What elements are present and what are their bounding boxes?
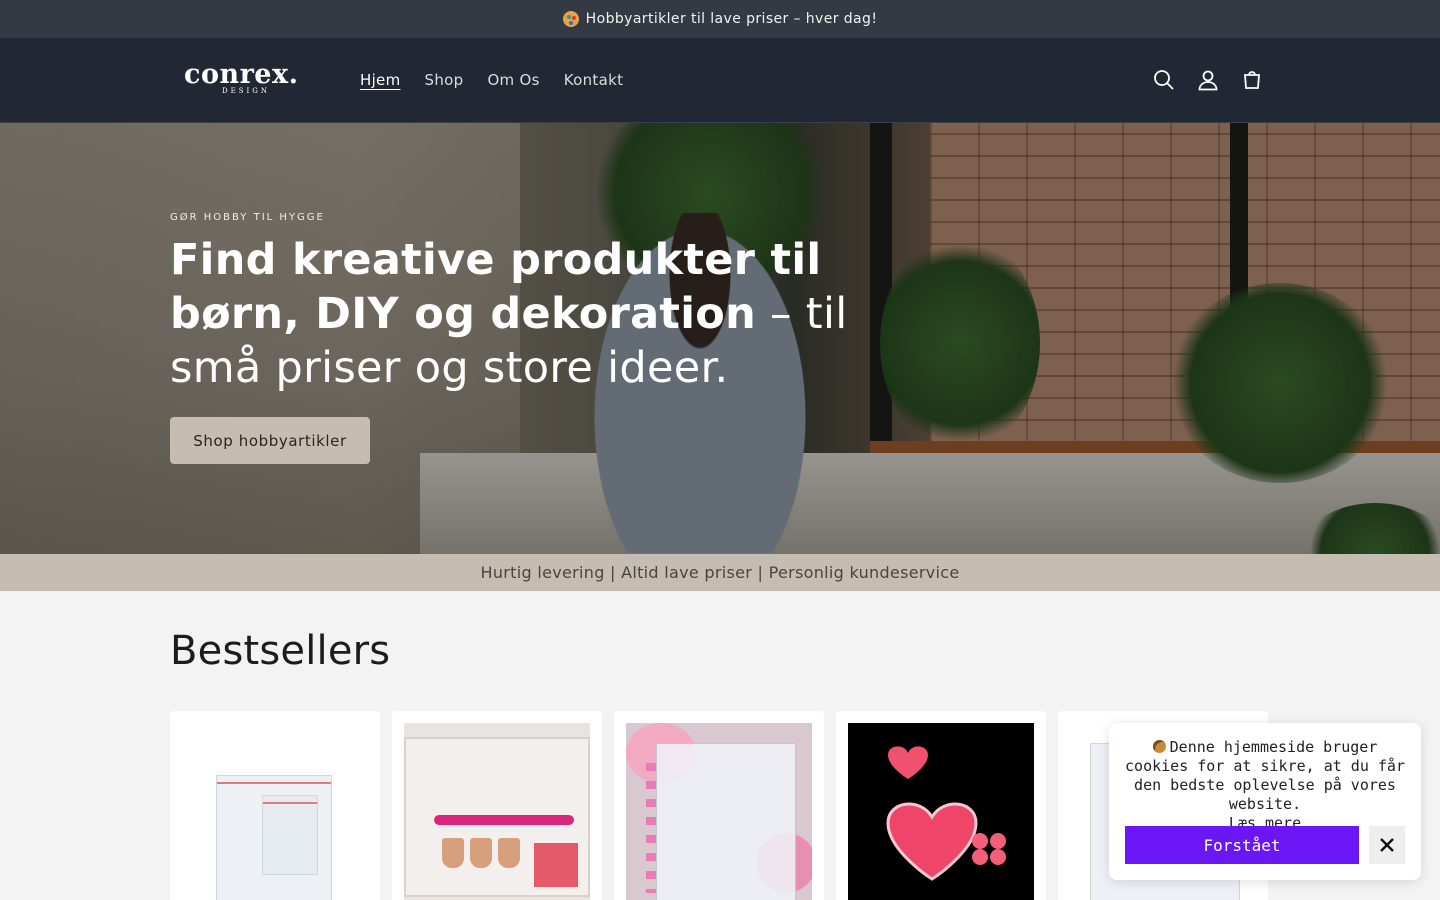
shop-hobby-button[interactable]: Shop hobbyartikler <box>170 417 370 464</box>
hero-content: GØR HOBBY TIL HYGGE Find kreative produk… <box>170 212 870 464</box>
cookie-accept-button[interactable]: Forstået <box>1125 826 1359 864</box>
logo-subtitle: DESIGN <box>222 87 270 95</box>
nav-link-shop[interactable]: Shop <box>413 68 476 92</box>
product-card[interactable] <box>170 711 380 900</box>
announcement-text: Hobbyartikler til lave priser – hver dag… <box>585 11 878 27</box>
nav-link-hjem[interactable]: Hjem <box>348 68 413 92</box>
main-nav: Hjem Shop Om Os Kontakt <box>348 68 635 92</box>
hero-eyebrow: GØR HOBBY TIL HYGGE <box>170 212 325 223</box>
product-image-pen <box>434 815 574 825</box>
search-icon[interactable] <box>1142 58 1186 102</box>
hero-headline: Find kreative produkter til børn, DIY og… <box>170 233 870 395</box>
close-icon[interactable] <box>1369 826 1405 864</box>
product-image-bag <box>262 795 318 875</box>
bestsellers-title: Bestsellers <box>170 628 391 674</box>
heart-products-illustration <box>848 731 1034 900</box>
product-image[interactable] <box>848 723 1034 900</box>
hero-banner: GØR HOBBY TIL HYGGE Find kreative produk… <box>0 123 1440 554</box>
product-card[interactable] <box>836 711 1046 900</box>
header-icons <box>1142 58 1274 102</box>
product-image-tool <box>498 838 520 868</box>
announcement-bar: Hobbyartikler til lave priser – hver dag… <box>0 0 1440 38</box>
usp-bar: Hurtig levering | Altid lave priser | Pe… <box>0 554 1440 591</box>
product-card[interactable] <box>392 711 602 900</box>
product-image[interactable] <box>626 723 812 900</box>
product-image-tool <box>470 838 492 868</box>
usp-text: Hurtig levering | Altid lave priser | Pe… <box>480 563 960 582</box>
logo[interactable]: conrex. DESIGN <box>184 60 308 100</box>
cookie-icon <box>1152 740 1166 753</box>
product-image[interactable] <box>182 723 368 900</box>
site-header: conrex. DESIGN Hjem Shop Om Os Kontakt <box>0 38 1440 123</box>
cart-icon[interactable] <box>1230 58 1274 102</box>
cookie-banner: Denne hjemmeside bruger cookies for at s… <box>1109 723 1421 880</box>
account-icon[interactable] <box>1186 58 1230 102</box>
product-image-pad <box>534 843 578 887</box>
product-image-sheet <box>656 743 796 900</box>
nav-link-om-os[interactable]: Om Os <box>475 68 551 92</box>
cookie-text: Denne hjemmeside bruger cookies for at s… <box>1125 738 1405 813</box>
product-grid <box>170 711 1268 900</box>
hero-headline-bold: Find kreative produkter til børn, DIY og… <box>170 235 822 339</box>
cookie-message: Denne hjemmeside bruger cookies for at s… <box>1123 738 1407 833</box>
product-card[interactable] <box>614 711 824 900</box>
product-image-tool <box>442 838 464 868</box>
logo-wordmark: conrex. <box>184 59 299 90</box>
product-image-rings <box>646 763 656 893</box>
product-image[interactable] <box>404 723 590 900</box>
nav-link-kontakt[interactable]: Kontakt <box>552 68 636 92</box>
palette-icon <box>562 11 579 27</box>
